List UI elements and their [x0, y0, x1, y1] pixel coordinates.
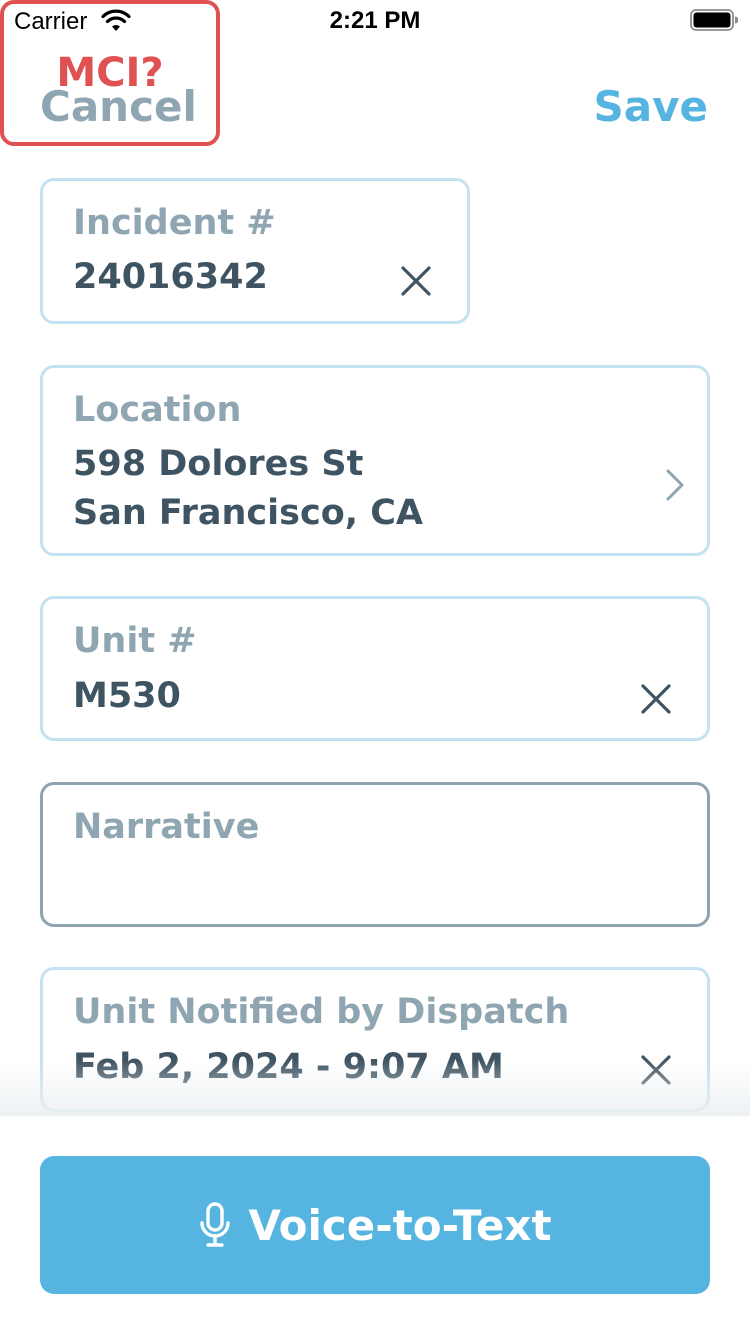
- location-field[interactable]: Location 598 Dolores St San Francisco, C…: [40, 365, 710, 556]
- narrative-label: Narrative: [73, 807, 260, 847]
- voice-to-text-label: Voice-to-Text: [248, 1200, 552, 1250]
- save-button[interactable]: Save: [594, 82, 708, 131]
- clear-icon[interactable]: [400, 265, 432, 297]
- narrative-field[interactable]: Narrative: [40, 782, 710, 927]
- unit-notified-label: Unit Notified by Dispatch: [73, 992, 570, 1032]
- status-bar: Carrier 2:21 PM: [0, 0, 750, 40]
- unit-number-label: Unit #: [73, 621, 197, 661]
- location-address-line2: San Francisco, CA: [73, 493, 424, 533]
- cancel-button[interactable]: Cancel: [40, 82, 197, 131]
- clear-icon[interactable]: [640, 683, 672, 715]
- unit-number-value[interactable]: M530: [73, 672, 181, 721]
- voice-to-text-button[interactable]: Voice-to-Text: [40, 1156, 710, 1294]
- incident-number-label: Incident #: [73, 203, 276, 243]
- location-address-line1: 598 Dolores St: [73, 444, 364, 484]
- microphone-icon: [200, 1202, 231, 1247]
- incident-number-field[interactable]: Incident # 24016342: [40, 178, 470, 324]
- incident-number-value[interactable]: 24016342: [73, 253, 268, 302]
- scroll-fade: [0, 1060, 750, 1116]
- location-label: Location: [73, 390, 242, 430]
- chevron-right-icon: [666, 469, 684, 501]
- battery-icon: [690, 9, 738, 31]
- status-time: 2:21 PM: [329, 7, 421, 34]
- unit-number-field[interactable]: Unit # M530: [40, 596, 710, 741]
